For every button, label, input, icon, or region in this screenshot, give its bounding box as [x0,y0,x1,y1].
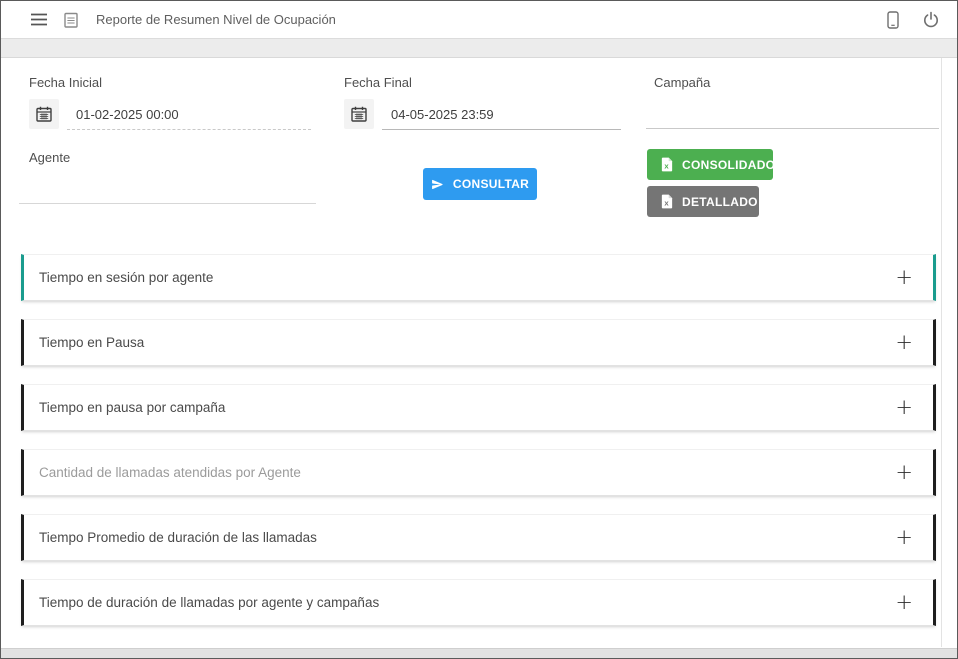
campana-label: Campaña [654,75,710,90]
fecha-inicial-value[interactable]: 01-02-2025 00:00 [76,107,179,122]
consolidado-button[interactable]: x CONSOLIDADO [647,149,773,180]
fecha-final-underline [382,129,621,130]
panel-title: Tiempo Promedio de duración de las llama… [39,530,317,545]
consultar-button[interactable]: CONSULTAR [423,168,537,200]
app-window: Reporte de Resumen Nivel de Ocupación Fe… [0,0,958,659]
fecha-final-field[interactable]: 04-05-2025 23:59 [344,99,494,129]
excel-file-icon: x [661,194,673,209]
calendar-icon[interactable] [344,99,374,129]
accordion-panel[interactable]: Tiempo de duración de llamadas por agent… [21,579,936,626]
plus-icon[interactable]: + [895,592,913,613]
footer-strip [1,648,957,658]
report-file-icon[interactable] [64,12,78,28]
fecha-inicial-underline [67,129,311,130]
svg-text:x: x [664,161,669,170]
agente-input[interactable] [19,174,316,204]
plus-icon[interactable]: + [895,267,913,288]
fecha-inicial-field[interactable]: 01-02-2025 00:00 [29,99,179,129]
hamburger-menu-icon[interactable] [31,13,47,26]
mobile-phone-icon[interactable] [887,11,899,29]
plus-icon[interactable]: + [895,527,913,548]
detallado-label: DETALLADO [682,195,758,209]
accordion-panel[interactable]: Tiempo en sesión por agente + [21,254,936,301]
panel-title: Cantidad de llamadas atendidas por Agent… [39,465,301,480]
consolidado-label: CONSOLIDADO [682,158,775,172]
svg-text:x: x [664,198,669,207]
agente-label: Agente [29,150,70,165]
plus-icon[interactable]: + [895,397,913,418]
paper-plane-icon [431,178,444,191]
fecha-final-label: Fecha Final [344,75,412,90]
fecha-inicial-label: Fecha Inicial [29,75,102,90]
plus-icon[interactable]: + [895,462,913,483]
topbar: Reporte de Resumen Nivel de Ocupación [1,1,957,39]
panel-title: Tiempo en sesión por agente [39,270,213,285]
power-icon[interactable] [923,11,939,28]
panel-title: Tiempo de duración de llamadas por agent… [39,595,379,610]
panel-title: Tiempo en Pausa [39,335,144,350]
fecha-final-value[interactable]: 04-05-2025 23:59 [391,107,494,122]
consultar-label: CONSULTAR [453,177,529,191]
accordion-panel[interactable]: Tiempo Promedio de duración de las llama… [21,514,936,561]
panel-title: Tiempo en pausa por campaña [39,400,225,415]
accordion-panel[interactable]: Cantidad de llamadas atendidas por Agent… [21,449,936,496]
accordion-panel[interactable]: Tiempo en Pausa + [21,319,936,366]
detallado-button[interactable]: x DETALLADO [647,186,759,217]
plus-icon[interactable]: + [895,332,913,353]
accordion-panel[interactable]: Tiempo en pausa por campaña + [21,384,936,431]
excel-file-icon: x [661,157,673,172]
campana-input[interactable] [646,99,939,129]
accordion-list: Tiempo en sesión por agente+Tiempo en Pa… [1,234,957,626]
toolbar-strip [1,39,957,58]
calendar-icon[interactable] [29,99,59,129]
content-right-edge [941,58,942,647]
page-title: Reporte de Resumen Nivel de Ocupación [96,12,336,27]
filter-form: Fecha Inicial 01-02-2025 00:00 Fecha Fin… [1,58,957,234]
